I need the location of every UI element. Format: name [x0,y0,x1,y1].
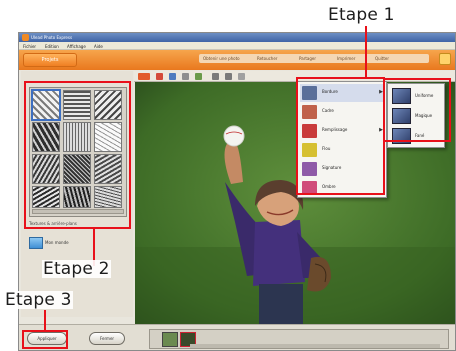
zoom-out-icon[interactable] [225,73,232,80]
step1-label: Etape 1 [328,5,395,25]
filmstrip-scrollbar[interactable] [190,344,440,348]
step1-leader-line [365,26,367,78]
home-button[interactable] [439,53,451,65]
step3-button-highlight [22,330,68,349]
paste-icon[interactable] [195,73,202,80]
mode-bar: Projets Obtenir une photo Retoucher Part… [19,50,455,70]
my-world-icon[interactable] [29,237,43,249]
step1-submenu-highlight [383,78,451,142]
close-button[interactable]: Fermer [89,332,125,345]
nav-strip: Obtenir une photo Retoucher Partager Imp… [199,54,429,63]
step3-label: Etape 3 [4,290,73,310]
step3-leader-line [44,310,46,330]
title-bar: Ulead Photo Express [19,33,455,42]
mode-tab[interactable]: Projets [23,53,77,67]
step1-menu-highlight [296,77,385,195]
step2-label: Etape 2 [42,259,111,279]
logo-icon [138,73,150,80]
menu-bar: Fichier Edition Affichage Aide [19,42,455,50]
open-icon[interactable] [156,73,163,80]
nav-retouch[interactable]: Retoucher [257,56,277,61]
nav-get-photo[interactable]: Obtenir une photo [203,56,240,61]
copy-icon[interactable] [182,73,189,80]
menu-help[interactable]: Aide [94,44,103,49]
nav-share[interactable]: Partager [299,56,316,61]
nav-quit[interactable]: Quitter [375,56,389,61]
step2-grid-highlight [24,81,131,229]
app-logo-icon [22,34,29,41]
photo-thumbnail[interactable] [162,332,178,347]
bottom-bar: Appliquer Fermer [19,324,455,350]
menu-file[interactable]: Fichier [23,44,36,49]
save-icon[interactable] [169,73,176,80]
window-title: Ulead Photo Express [31,35,73,40]
menu-view[interactable]: Affichage [67,44,86,49]
zoom-in-icon[interactable] [212,73,219,80]
menu-edit[interactable]: Edition [45,44,59,49]
filmstrip [149,329,449,349]
nav-print[interactable]: Imprimer [337,56,355,61]
undo-icon[interactable] [238,73,245,80]
my-world-label: Mon monde [45,240,69,245]
screenshot-stage: Ulead Photo Express Fichier Edition Affi… [0,0,456,351]
